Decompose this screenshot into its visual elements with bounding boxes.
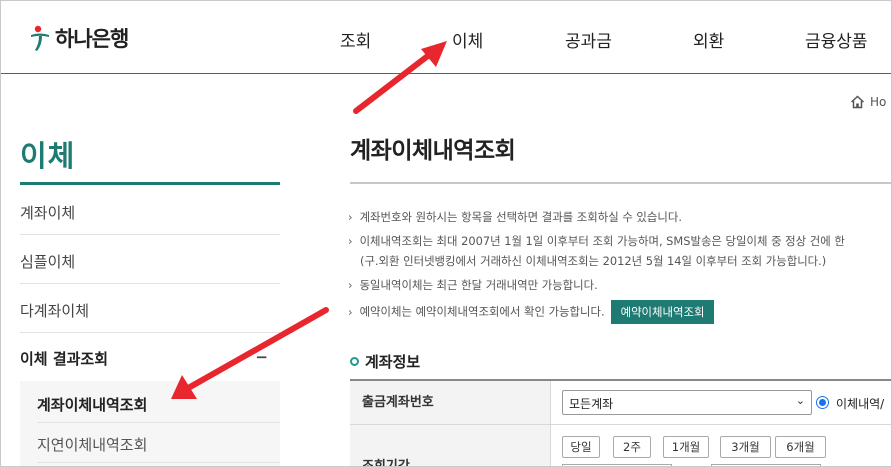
period-6months-button[interactable]: 6개월 <box>775 436 826 458</box>
transfer-history-radio[interactable] <box>816 396 829 409</box>
note-text: 이체내역조회는 최대 2007년 1월 1일 이후부터 조회 가능하며, SMS… <box>359 234 845 248</box>
lnb-divider <box>20 332 280 333</box>
note-text: 계좌번호와 원하시는 항목을 선택하면 결과를 조회하실 수 있습니다. <box>359 210 682 224</box>
chevron-down-icon: ⌄ <box>795 394 805 407</box>
lnb-sub-account-transfer-history[interactable]: 계좌이체내역조회 <box>37 394 147 415</box>
home-icon <box>850 95 865 109</box>
nav-inquiry[interactable]: 조회 <box>340 27 371 52</box>
lnb-sub-delayed-transfer-history[interactable]: 지연이체내역조회 <box>37 434 147 455</box>
bullet-icon: › <box>348 304 353 319</box>
lnb-sub-divider <box>37 462 280 463</box>
lnb-divider <box>20 234 280 235</box>
period-today-button[interactable]: 당일 <box>562 436 600 458</box>
period-1month-button[interactable]: 1개월 <box>663 436 709 458</box>
global-header: 하나은행 조회 이체 공과금 외환 금융상품 <box>1 1 891 74</box>
note-text: 예약이체는 예약이체내역조회에서 확인 가능합니다. <box>359 304 605 319</box>
table-column-divider <box>550 381 551 466</box>
section-account-info: 계좌정보 <box>350 351 420 372</box>
period-2weeks-button[interactable]: 2주 <box>613 436 651 458</box>
period-3months-button[interactable]: 3개월 <box>720 436 771 458</box>
collapse-icon[interactable]: − <box>255 348 268 366</box>
note-item: › 이체내역조회는 최대 2007년 1월 1일 이후부터 조회 가능하며, SM… <box>348 233 845 249</box>
bullet-icon: › <box>348 278 353 292</box>
lnb-title-underline <box>20 182 280 185</box>
lnb-item-account-transfer[interactable]: 계좌이체 <box>20 202 280 223</box>
nav-utility[interactable]: 공과금 <box>565 27 612 52</box>
account-select[interactable]: 모든계좌 ⌄ <box>562 390 812 415</box>
lnb-item-transfer-results-label: 이체 결과조회 <box>20 350 109 368</box>
lnb-item-transfer-results[interactable]: 이체 결과조회 − <box>20 348 280 369</box>
note-item: › 예약이체는 예약이체내역조회에서 확인 가능합니다. 예약이체내역조회 <box>348 300 715 324</box>
breadcrumb-home[interactable]: Ho <box>850 95 886 109</box>
note-text: (구.외환 인터넷뱅킹에서 거래하신 이체내역조회는 2012년 5월 14일 … <box>360 254 827 268</box>
nav-transfer[interactable]: 이체 <box>452 27 483 52</box>
lnb-sub-divider <box>37 422 280 423</box>
nav-financial-products[interactable]: 금융상품 <box>805 27 868 52</box>
period-label: 조회기간 <box>350 425 550 466</box>
browser-frame: 하나은행 조회 이체 공과금 외환 금융상품 Ho 이체 계좌이체 심플이체 다… <box>0 0 892 467</box>
section-bullet-icon <box>350 357 359 366</box>
lnb-item-multi-account-transfer[interactable]: 다계좌이체 <box>20 300 280 321</box>
nav-foreign-exchange[interactable]: 외환 <box>693 27 724 52</box>
breadcrumb-home-label: Ho <box>870 95 887 109</box>
note-item: (구.외환 인터넷뱅킹에서 거래하신 이체내역조회는 2012년 5월 14일 … <box>360 253 826 269</box>
global-nav: 조회 이체 공과금 외환 금융상품 <box>1 27 891 52</box>
lnb-title: 이체 <box>20 139 76 173</box>
page-title: 계좌이체내역조회 <box>350 138 516 164</box>
bullet-icon: › <box>348 234 353 248</box>
lnb-divider <box>20 283 280 284</box>
title-divider <box>350 182 891 184</box>
bullet-icon: › <box>348 210 353 224</box>
account-select-value: 모든계좌 <box>569 397 614 411</box>
reserved-transfer-history-button[interactable]: 예약이체내역조회 <box>610 300 715 324</box>
note-text: 동일내역이체는 최근 한달 거래내역만 가능합니다. <box>359 278 598 292</box>
note-item: › 계좌번호와 원하시는 항목을 선택하면 결과를 조회하실 수 있습니다. <box>348 209 682 225</box>
lnb-item-simple-transfer[interactable]: 심플이체 <box>20 251 280 272</box>
section-title: 계좌정보 <box>365 353 421 371</box>
account-form-table: 출금계좌번호 조회기간 모든계좌 ⌄ 이체내역/ 당일 2주 1개월 3개월 6… <box>350 379 891 466</box>
transfer-history-radio-label: 이체내역/ <box>836 397 885 411</box>
account-number-label: 출금계좌번호 <box>350 381 550 424</box>
note-item: › 동일내역이체는 최근 한달 거래내역만 가능합니다. <box>348 277 598 293</box>
